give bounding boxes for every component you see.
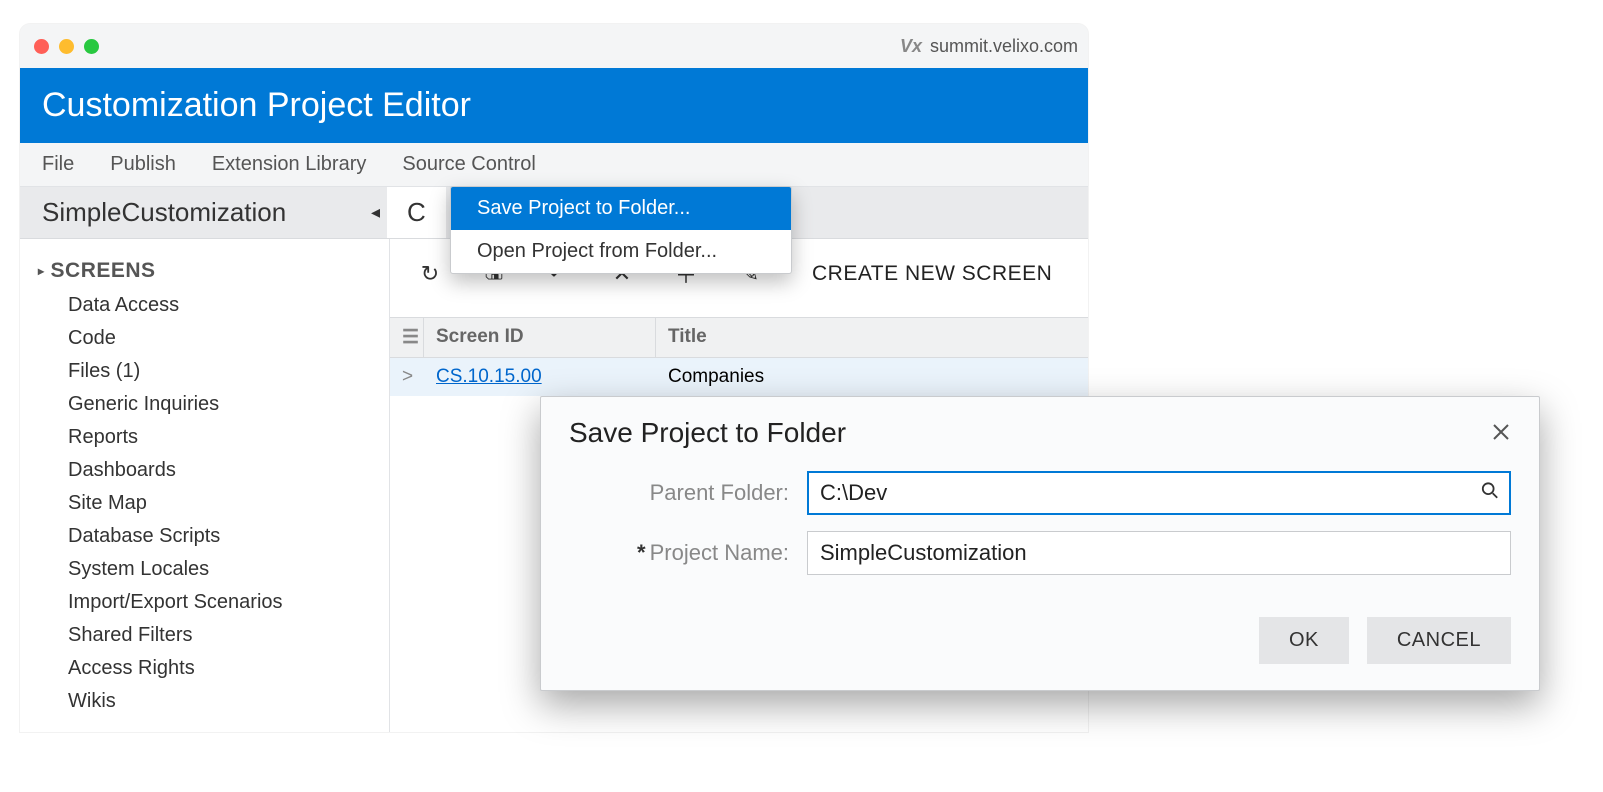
sidebar-item-shared-filters[interactable]: Shared Filters — [20, 619, 389, 652]
save-project-dialog: Save Project to Folder Parent Folder: *P… — [540, 396, 1540, 691]
project-name-input[interactable] — [807, 531, 1511, 575]
source-control-dropdown: Save Project to Folder... Open Project f… — [450, 186, 792, 274]
row-indicator-icon: > — [390, 358, 424, 396]
sidebar-item-database-scripts[interactable]: Database Scripts — [20, 520, 389, 553]
project-name: SimpleCustomization — [20, 187, 365, 238]
close-icon[interactable] — [1491, 418, 1511, 449]
sidebar-item-generic-inquiries[interactable]: Generic Inquiries — [20, 388, 389, 421]
row-title: Companies — [656, 358, 776, 396]
menu-source-control[interactable]: Source Control — [402, 153, 535, 176]
column-selector-icon[interactable]: ☰ — [390, 318, 424, 357]
col-title[interactable]: Title — [656, 318, 719, 357]
refresh-icon[interactable]: ↻ — [418, 261, 442, 287]
sidebar-item-code[interactable]: Code — [20, 322, 389, 355]
create-new-screen-button[interactable]: CREATE NEW SCREEN — [812, 262, 1052, 286]
table-row[interactable]: > CS.10.15.00 Companies — [390, 358, 1088, 396]
menubar: File Publish Extension Library Source Co… — [20, 143, 1088, 187]
screen-id-link[interactable]: CS.10.15.00 — [436, 366, 542, 387]
cancel-button[interactable]: CANCEL — [1367, 617, 1511, 664]
menu-publish[interactable]: Publish — [110, 153, 176, 176]
parent-folder-label: Parent Folder: — [581, 480, 807, 506]
sidebar-item-data-access[interactable]: Data Access — [20, 289, 389, 322]
sidebar-item-files[interactable]: Files (1) — [20, 355, 389, 388]
sidebar-item-site-map[interactable]: Site Map — [20, 487, 389, 520]
parent-folder-input[interactable] — [807, 471, 1511, 515]
disclosure-triangle-icon: ▸ — [38, 264, 45, 278]
browser-address: Vx summit.velixo.com — [20, 36, 1088, 57]
collapse-sidebar-icon[interactable]: ◂ — [365, 202, 383, 223]
grid-header: ☰ Screen ID Title — [390, 317, 1088, 358]
active-tab[interactable]: C — [387, 187, 446, 238]
project-name-label: *Project Name: — [581, 540, 807, 566]
site-logo: Vx — [900, 36, 922, 57]
search-icon[interactable] — [1481, 482, 1499, 505]
sidebar-item-reports[interactable]: Reports — [20, 421, 389, 454]
sidebar-item-access-rights[interactable]: Access Rights — [20, 652, 389, 685]
sidebar-item-wikis[interactable]: Wikis — [20, 685, 389, 718]
site-url: summit.velixo.com — [930, 36, 1078, 57]
menu-item-open-project[interactable]: Open Project from Folder... — [451, 230, 791, 273]
sidebar-category-label: SCREENS — [51, 259, 156, 283]
menu-file[interactable]: File — [42, 153, 74, 176]
page-title: Customization Project Editor — [20, 68, 1088, 143]
menu-extension-library[interactable]: Extension Library — [212, 153, 367, 176]
sidebar-category-screens[interactable]: ▸ SCREENS — [20, 253, 389, 289]
sidebar-item-system-locales[interactable]: System Locales — [20, 553, 389, 586]
mac-titlebar: Vx summit.velixo.com — [20, 24, 1088, 68]
menu-item-save-project[interactable]: Save Project to Folder... — [451, 187, 791, 230]
sidebar: ▸ SCREENS Data Access Code Files (1) Gen… — [20, 239, 390, 732]
sidebar-item-dashboards[interactable]: Dashboards — [20, 454, 389, 487]
sidebar-item-import-export[interactable]: Import/Export Scenarios — [20, 586, 389, 619]
dialog-title: Save Project to Folder — [569, 417, 846, 449]
col-screen-id[interactable]: Screen ID — [424, 318, 656, 357]
ok-button[interactable]: OK — [1259, 617, 1349, 664]
